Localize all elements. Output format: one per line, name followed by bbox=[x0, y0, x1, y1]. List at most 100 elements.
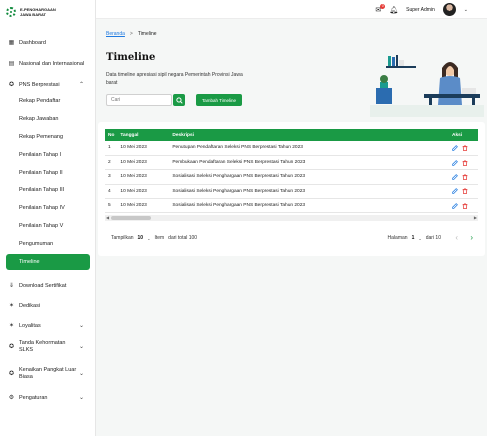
cell-deskripsi: Penutupan Pendaftaran Seleksi PNS Berpre… bbox=[169, 141, 449, 156]
table-row: 1 10 Mei 2023 Penutupan Pendaftaran Sele… bbox=[105, 141, 478, 156]
gear-icon: ⚙ bbox=[8, 395, 15, 401]
breadcrumb-separator: > bbox=[129, 31, 133, 37]
delete-icon[interactable] bbox=[462, 188, 468, 195]
breadcrumb: Beranda > Timeline bbox=[106, 31, 157, 37]
search-icon bbox=[175, 96, 183, 104]
sidebar-item-rekap-pendaftar[interactable]: Rekap Pendaftar bbox=[0, 98, 96, 104]
sidebar-item-pengumuman[interactable]: Pengumuman bbox=[0, 241, 96, 247]
sidebar-item-dedikasi[interactable]: ✶ Dedikasi bbox=[0, 302, 96, 310]
cell-deskripsi: Sosialisasi Seleksi Penghargaan PNS Berp… bbox=[169, 198, 449, 214]
page-size-select[interactable]: 10 bbox=[138, 235, 144, 241]
scrollbar-thumb[interactable] bbox=[111, 216, 151, 221]
star-icon: ✶ bbox=[8, 303, 15, 309]
sidebar-item-label: Dedikasi bbox=[19, 302, 41, 309]
horizontal-scrollbar[interactable]: ◀ ▶ bbox=[105, 215, 478, 222]
sidebar-item-label: Rekap Pendaftar bbox=[19, 98, 61, 104]
table-row: 3 10 Mei 2023 Sosialisasi Seleksi Pengha… bbox=[105, 169, 478, 185]
chevron-up-icon: ⌃ bbox=[78, 82, 84, 88]
mail-button[interactable]: ✉ 0 bbox=[375, 3, 386, 14]
page-select[interactable]: 1 bbox=[412, 235, 415, 241]
scroll-right-icon[interactable]: ▶ bbox=[474, 215, 477, 221]
sidebar-item-kenaikan-pangkat[interactable]: ✪ Kenaikan Pangkat Luar Biasa ⌄ bbox=[0, 367, 96, 381]
sidebar-item-pns-berprestasi[interactable]: ✪ PNS Berprestasi ⌃ bbox=[0, 81, 96, 89]
items-label: Item bbox=[154, 235, 165, 241]
sidebar-item-label: Dashboard bbox=[19, 39, 46, 46]
sidebar-item-rekap-pemenang[interactable]: Rekap Pemenang bbox=[0, 134, 96, 140]
timeline-table-card: No Tanggal Deskripsi Aksi 1 10 Mei 2023 … bbox=[98, 122, 485, 256]
sidebar-item-pengaturan[interactable]: ⚙ Pengaturan ⌄ bbox=[0, 394, 96, 402]
sidebar-item-slks[interactable]: ✪ Tanda Kehormatan SLKS ⌄ bbox=[0, 340, 96, 354]
page-description: Data timeline apresiasi sipil negara Pem… bbox=[106, 72, 243, 86]
table-row: 2 10 Mei 2023 Pembukaan Pendaftaran Sele… bbox=[105, 155, 478, 171]
prev-page-icon[interactable]: ‹ bbox=[455, 233, 458, 242]
page-select-group: Halaman 1 ⌄ dari 10 bbox=[388, 235, 441, 241]
brand-text: E-PENGHARGAAN JAWA BARAT bbox=[20, 7, 56, 17]
add-timeline-button[interactable]: Tambah Timeline bbox=[196, 94, 242, 106]
cell-no: 5 bbox=[105, 198, 118, 214]
sidebar-item-label: Pengaturan bbox=[19, 394, 48, 401]
cell-tanggal: 10 Mei 2023 bbox=[117, 155, 170, 171]
show-label: Tampilkan bbox=[111, 235, 134, 241]
sidebar-item-label: Penilaian Tahap I bbox=[19, 152, 62, 158]
cell-aksi bbox=[449, 141, 478, 156]
cell-tanggal: 10 Mei 2023 bbox=[117, 169, 170, 185]
sidebar-item-penilaian-1[interactable]: Penilaian Tahap I bbox=[0, 152, 96, 158]
sidebar-item-download-sertifikat[interactable]: ⇓ Download Sertifikat bbox=[0, 282, 96, 290]
search-input[interactable] bbox=[106, 94, 172, 106]
column-header-no: No bbox=[108, 132, 115, 138]
edit-icon[interactable] bbox=[452, 188, 458, 195]
edit-icon[interactable] bbox=[452, 159, 458, 166]
sidebar-item-dashboard[interactable]: ▦ Dashboard bbox=[0, 39, 96, 47]
sidebar-item-label: Timeline bbox=[19, 259, 40, 265]
edit-icon[interactable] bbox=[452, 145, 458, 151]
pagination-bar: Tampilkan 10 ⌄ Item dari total 100 Halam… bbox=[98, 232, 485, 246]
delete-icon[interactable] bbox=[462, 159, 468, 166]
edit-icon[interactable] bbox=[452, 174, 458, 180]
chevron-down-icon[interactable]: ⌄ bbox=[418, 236, 421, 241]
sidebar-item-nasional[interactable]: ▤ Nasional dan Internasional bbox=[0, 60, 96, 68]
avatar[interactable] bbox=[442, 3, 456, 16]
sidebar-item-label: Rekap Jawaban bbox=[19, 116, 59, 122]
next-page-icon[interactable]: › bbox=[470, 233, 473, 242]
sidebar-item-label: Kenaikan Pangkat Luar Biasa bbox=[19, 367, 77, 380]
star-icon: ✶ bbox=[8, 323, 15, 329]
cell-no: 2 bbox=[105, 155, 118, 171]
sidebar-item-penilaian-5[interactable]: Penilaian Tahap V bbox=[0, 223, 96, 229]
book-icon: ▤ bbox=[8, 61, 15, 67]
brand[interactable]: E-PENGHARGAAN JAWA BARAT bbox=[0, 0, 95, 24]
cell-tanggal: 10 Mei 2023 bbox=[117, 198, 170, 214]
bell-icon[interactable]: 🔔︎ bbox=[389, 6, 398, 14]
delete-icon[interactable] bbox=[462, 174, 468, 180]
sidebar-item-label: PNS Berprestasi bbox=[19, 81, 60, 88]
sidebar-item-label: Tanda Kehormatan SLKS bbox=[19, 340, 66, 353]
download-icon: ⇓ bbox=[8, 283, 15, 289]
chevron-down-icon[interactable]: ⌄ bbox=[464, 7, 468, 13]
sidebar-item-loyalitas[interactable]: ✶ Loyalitas ⌄ bbox=[0, 322, 96, 330]
sidebar-item-penilaian-2[interactable]: Penilaian Tahap II bbox=[0, 170, 96, 176]
delete-icon[interactable] bbox=[462, 202, 468, 209]
cell-aksi bbox=[449, 198, 478, 214]
edit-icon[interactable] bbox=[452, 202, 458, 209]
table-scroll-container[interactable]: No Tanggal Deskripsi Aksi 1 10 Mei 2023 … bbox=[105, 129, 478, 222]
column-header-tanggal: Tanggal bbox=[120, 132, 139, 138]
sidebar-item-label: Penilaian Tahap II bbox=[19, 170, 63, 176]
sidebar: E-PENGHARGAAN JAWA BARAT ▦ Dashboard ▤ N… bbox=[0, 0, 96, 436]
breadcrumb-home-link[interactable]: Beranda bbox=[106, 31, 125, 37]
user-name[interactable]: Super Admin bbox=[406, 7, 435, 13]
breadcrumb-current: Timeline bbox=[137, 31, 157, 37]
delete-icon[interactable] bbox=[462, 145, 468, 151]
chevron-down-icon[interactable]: ⌄ bbox=[147, 236, 150, 241]
sidebar-item-label: Penilaian Tahap III bbox=[19, 187, 65, 193]
sidebar-item-penilaian-4[interactable]: Penilaian Tahap IV bbox=[0, 205, 96, 211]
cell-tanggal: 10 Mei 2023 bbox=[117, 184, 170, 200]
table-header-row: No Tanggal Deskripsi Aksi bbox=[105, 129, 478, 141]
scroll-left-icon[interactable]: ◀ bbox=[106, 215, 109, 221]
topbar-actions: ✉ 0 🔔︎ Super Admin ⌄ bbox=[375, 3, 468, 16]
page-size-group: Tampilkan 10 ⌄ Item dari total 100 bbox=[111, 235, 197, 241]
sidebar-item-timeline[interactable]: Timeline bbox=[6, 254, 90, 270]
sidebar-item-rekap-jawaban[interactable]: Rekap Jawaban bbox=[0, 116, 96, 122]
sidebar-item-penilaian-3[interactable]: Penilaian Tahap III bbox=[0, 187, 96, 193]
sidebar-item-label: Rekap Pemenang bbox=[19, 134, 64, 140]
chevron-down-icon: ⌄ bbox=[78, 323, 84, 329]
search-button[interactable] bbox=[173, 94, 185, 106]
